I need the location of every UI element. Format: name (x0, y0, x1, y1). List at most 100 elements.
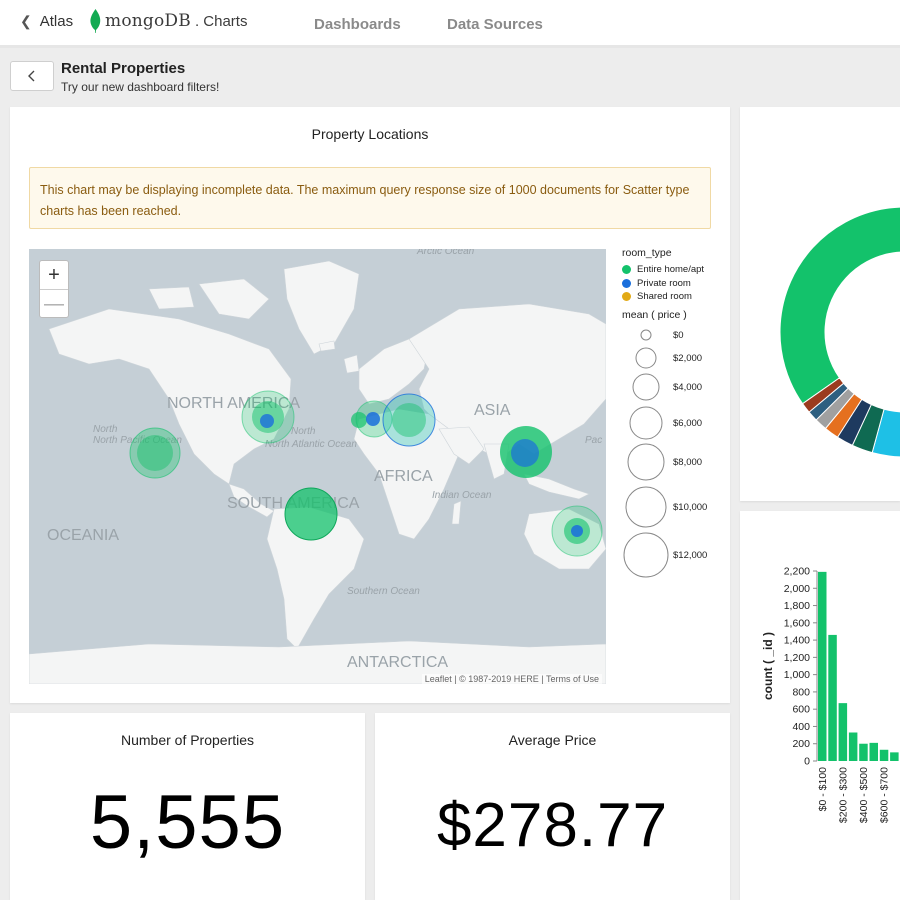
card-title: Average Price (508, 732, 597, 748)
legend-item[interactable]: Private room (622, 277, 727, 291)
brand-sub: . Charts (194, 12, 248, 30)
histogram-bar[interactable] (879, 749, 889, 761)
legend-item[interactable]: Shared room (622, 290, 727, 304)
mongodb-charts-logo[interactable]: mongoDB . Charts (90, 9, 247, 33)
legend-title: mean ( price ) (622, 309, 687, 321)
kpi-value: 5,555 (89, 780, 286, 865)
y-tick-label: 0 (804, 756, 810, 768)
histogram-bar[interactable] (869, 742, 879, 761)
y-tick-label: 1,600 (784, 617, 810, 629)
zoom-out-button[interactable]: — (40, 289, 68, 317)
legend-label: Entire home/apt (637, 264, 705, 276)
dashboard-subtitle[interactable]: Try our new dashboard filters! (61, 80, 219, 94)
legend-dot (622, 265, 631, 275)
zoom-control: + — (39, 260, 69, 318)
size-legend-label: $10,000 (673, 502, 707, 513)
donut-chart[interactable] (740, 107, 900, 501)
x-tick-label: $0 - $100 (817, 767, 829, 812)
map-bubble (392, 403, 426, 437)
kpi-value: $278.77 (436, 791, 669, 860)
histogram-bar[interactable] (828, 634, 837, 761)
map-label: OCEANIA (47, 527, 119, 544)
map-label: AFRICA (374, 468, 433, 485)
histogram-bar[interactable] (848, 732, 858, 762)
x-tick-label: $200 - $300 (837, 767, 849, 823)
brand-name: mongoDB (105, 11, 191, 31)
mongodb-leaf-icon (90, 9, 101, 33)
y-tick-label: 800 (792, 686, 810, 698)
number-of-properties-card: Number of Properties 5,555 (10, 713, 365, 900)
size-legend-circles: $0 $2,000 $4,000 $6,000 $8,000 $10,000 $… (623, 329, 707, 578)
donut-chart-card (740, 107, 900, 501)
y-tick-label: 1,400 (784, 635, 810, 647)
y-tick-label: 600 (792, 704, 810, 716)
histogram-bar[interactable] (818, 571, 827, 761)
size-legend-label: $12,000 (673, 550, 707, 561)
y-tick-label: 400 (792, 721, 810, 733)
y-tick-label: 1,000 (784, 669, 810, 681)
size-legend-label: $8,000 (673, 457, 702, 468)
map-bubble (260, 414, 274, 428)
legend-label: Shared room (637, 291, 692, 303)
map-bubble (137, 435, 173, 471)
y-tick-label: 1,800 (784, 600, 810, 612)
size-legend-label: $6,000 (673, 418, 702, 429)
size-legend-label: $4,000 (673, 382, 702, 393)
dashboard-title: Rental Properties (61, 60, 186, 77)
histogram-bar[interactable] (890, 752, 899, 761)
map-label: ANTARCTICA (347, 654, 448, 671)
world-map[interactable]: Arctic Ocean NORTH AMERICA North North P… (29, 249, 606, 684)
map-label: Arctic Ocean (416, 249, 475, 257)
color-legend: room_type Entire home/apt Private room S… (622, 247, 727, 304)
donut-slice[interactable] (779, 206, 900, 405)
legend-label: Private room (637, 277, 691, 289)
size-legend-circle (632, 373, 660, 401)
price-histogram-card: 0 200 400 600 800 1,000 1,200 1,400 1,600 1,800 2,… (740, 511, 900, 900)
legend-item[interactable]: Entire home/apt (622, 263, 727, 277)
size-legend-circle (629, 406, 663, 440)
y-axis-label: count ( _id ) (761, 632, 775, 700)
chevron-left-icon: ❮ (20, 13, 32, 29)
back-button[interactable] (10, 61, 54, 91)
size-legend-label: $2,000 (673, 353, 702, 364)
map-bubble (511, 439, 539, 467)
y-tick-label: 1,200 (784, 652, 810, 664)
x-tick-label: $600 - $700 (879, 767, 891, 823)
legend-dot (622, 292, 631, 302)
incomplete-data-warning: This chart may be displaying incomplete … (29, 167, 711, 229)
map-label: Indian Ocean (432, 490, 492, 501)
size-legend-circle (640, 329, 652, 341)
size-legend-circle (625, 486, 667, 528)
y-tick-label: 2,000 (784, 583, 810, 595)
legend-title: room_type (622, 247, 672, 259)
size-legend-circle (635, 347, 657, 369)
map-label: North (291, 426, 316, 437)
size-legend: mean ( price ) $0 $2,000 $4,000 $6,000 $… (622, 309, 727, 594)
map-label: Southern Ocean (347, 586, 420, 597)
map-attribution[interactable]: Leaflet | © 1987-2019 HERE | Terms of Us… (421, 674, 602, 684)
card-title: Number of Properties (120, 732, 255, 748)
atlas-back-link[interactable]: ❮ Atlas (20, 13, 73, 30)
size-legend-label: $0 (673, 330, 684, 341)
histogram-bar[interactable] (859, 743, 868, 761)
legend-dot (622, 278, 631, 288)
map-bubble (366, 412, 380, 426)
histogram-bar[interactable] (838, 703, 848, 761)
map-label: Pac (585, 435, 602, 446)
histogram-chart[interactable]: 0 200 400 600 800 1,000 1,200 1,400 1,600 1,800 2,… (740, 511, 900, 900)
property-locations-card: Property Locations This chart may be dis… (10, 107, 730, 703)
size-legend-circle (627, 443, 665, 481)
map-bubble (571, 525, 583, 537)
tab-data-sources[interactable]: Data Sources (447, 16, 543, 33)
chevron-left-icon (28, 70, 35, 82)
map-bubble (284, 487, 338, 541)
top-nav-bar: ❮ Atlas mongoDB . Charts Dashboards Data… (0, 0, 900, 48)
map-label: North (93, 424, 118, 435)
tab-dashboards[interactable]: Dashboards (314, 16, 401, 33)
zoom-in-button[interactable]: + (40, 261, 68, 289)
atlas-label: Atlas (39, 13, 74, 30)
map-canvas[interactable]: Arctic Ocean NORTH AMERICA North North P… (29, 249, 606, 684)
y-tick-label: 2,200 (784, 566, 810, 578)
average-price-card: Average Price $278.77 (375, 713, 730, 900)
y-tick-label: 200 (792, 738, 810, 750)
